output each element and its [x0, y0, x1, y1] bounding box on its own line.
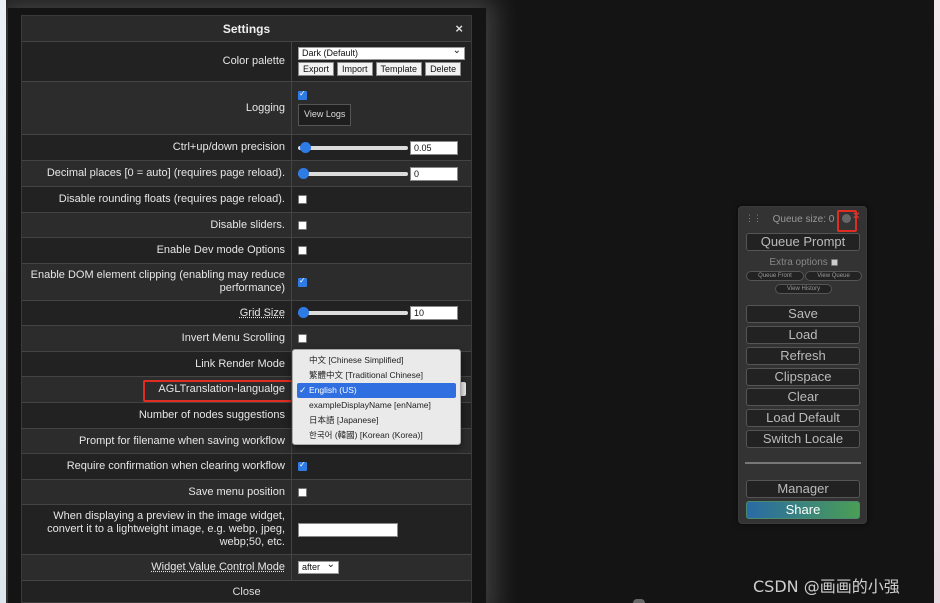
widget-mode-select[interactable]: after [298, 559, 339, 574]
view-history-button[interactable]: View History [775, 284, 832, 294]
setting-label: When displaying a preview in the image w… [22, 505, 292, 554]
setting-save-menu-position: Save menu position [22, 480, 471, 505]
view-logs-button[interactable]: View Logs [298, 103, 352, 126]
logging-checkbox[interactable] [298, 89, 307, 100]
setting-logging: Logging View Logs [22, 82, 471, 135]
panel-divider [745, 462, 861, 464]
grid-slider[interactable] [298, 307, 408, 318]
setting-label: Decimal places [0 = auto] (requires page… [22, 161, 292, 186]
dialog-title-bar: Settings × [22, 16, 471, 42]
language-option[interactable]: 한국어 (韓國) [Korean (Korea)] [293, 428, 460, 443]
extra-options-checkbox[interactable] [830, 258, 838, 266]
domclip-checkbox[interactable] [298, 276, 307, 287]
rounding-checkbox[interactable] [298, 195, 307, 204]
setting-label: Link Render Mode [22, 352, 292, 376]
precision-input[interactable]: 0.05 [410, 140, 458, 155]
setting-label: Disable rounding floats (requires page r… [22, 187, 292, 212]
import-button[interactable]: Import [337, 62, 373, 76]
export-button[interactable]: Export [298, 62, 335, 76]
slider-thumb[interactable] [298, 307, 309, 318]
setting-label: Save menu position [22, 480, 292, 504]
setting-disable-rounding: Disable rounding floats (requires page r… [22, 187, 471, 213]
preview-format-input[interactable] [298, 522, 398, 537]
highlight-box [837, 210, 857, 232]
devmode-checkbox[interactable] [298, 246, 307, 255]
queue-prompt-button[interactable]: Queue Prompt [746, 233, 860, 251]
close-icon[interactable]: × [455, 16, 463, 42]
language-option[interactable]: 日本語 [Japanese] [293, 413, 460, 428]
invert-checkbox[interactable] [298, 334, 307, 343]
setting-decimal-places: Decimal places [0 = auto] (requires page… [22, 161, 471, 187]
clipspace-button[interactable]: Clipspace [746, 368, 860, 386]
dialog-close-button[interactable]: Close [22, 581, 471, 602]
highlight-box [143, 380, 293, 402]
setting-label: Logging [22, 82, 292, 134]
setting-label: Prompt for filename when saving workflow [22, 429, 292, 453]
template-button[interactable]: Template [375, 62, 423, 76]
setting-label: Grid Size [239, 306, 285, 319]
setting-confirm-clear: Require confirmation when clearing workf… [22, 454, 471, 480]
refresh-button[interactable]: Refresh [746, 347, 860, 365]
confirm-checkbox[interactable] [298, 460, 307, 471]
extra-options-label: Extra options [769, 257, 828, 268]
language-option[interactable]: 繁體中文 [Traditional Chinese] [293, 368, 460, 383]
slider-thumb[interactable] [300, 141, 311, 153]
setting-dom-clipping: Enable DOM element clipping (enabling ma… [22, 264, 471, 301]
page-edge-left [0, 0, 6, 603]
language-dropdown-menu: 中文 [Chinese Simplified] 繁體中文 [Traditiona… [292, 349, 461, 445]
setting-label: Color palette [22, 42, 292, 81]
setting-label: Disable sliders. [22, 213, 292, 237]
precision-slider[interactable] [298, 141, 408, 153]
decimal-input[interactable]: 0 [410, 166, 458, 181]
share-button[interactable]: Share [746, 501, 860, 519]
queue-panel: ⋮⋮ Queue size: 0 ✕ Queue Prompt Extra op… [738, 206, 867, 524]
setting-label: Number of nodes suggestions [22, 403, 292, 428]
palette-select[interactable]: Dark (Default) [298, 45, 465, 60]
language-option[interactable]: 中文 [Chinese Simplified] [293, 353, 460, 368]
page-edge-right [934, 0, 940, 603]
setting-label: Widget Value Control Mode [151, 561, 285, 573]
language-option[interactable]: exampleDisplayName [enName] [293, 398, 460, 413]
extra-options: Extra options [739, 257, 868, 268]
manager-button[interactable]: Manager [746, 480, 860, 498]
setting-label: Invert Menu Scrolling [22, 326, 292, 351]
save-button[interactable]: Save [746, 305, 860, 323]
language-option-selected[interactable]: English (US) [297, 383, 456, 398]
slider-thumb[interactable] [298, 167, 309, 179]
setting-grid-size: Grid Size 10 [22, 301, 471, 326]
setting-label: Enable DOM element clipping (enabling ma… [22, 264, 292, 300]
canvas-logo-icon [633, 599, 645, 603]
switch-locale-button[interactable]: Switch Locale [746, 430, 860, 448]
delete-button[interactable]: Delete [425, 62, 462, 76]
grid-input[interactable]: 10 [410, 306, 458, 320]
decimal-slider[interactable] [298, 167, 408, 179]
setting-color-palette: Color palette Dark (Default) Export Impo… [22, 42, 471, 82]
load-button[interactable]: Load [746, 326, 860, 344]
setting-label: Require confirmation when clearing workf… [22, 454, 292, 479]
queue-front-button[interactable]: Queue Front [746, 271, 804, 281]
settings-dialog: Settings × Color palette Dark (Default) … [21, 15, 472, 603]
clear-button[interactable]: Clear [746, 388, 860, 406]
setting-dev-mode: Enable Dev mode Options [22, 238, 471, 264]
setting-widget-control-mode: Widget Value Control Mode after [22, 555, 471, 581]
setting-precision: Ctrl+up/down precision 0.05 [22, 135, 471, 161]
view-queue-button[interactable]: View Queue [805, 271, 862, 281]
setting-disable-sliders: Disable sliders. [22, 213, 471, 238]
savemenu-checkbox[interactable] [298, 487, 307, 497]
dialog-title: Settings [222, 22, 271, 36]
watermark: CSDN @画画的小强 [753, 577, 900, 596]
setting-label: Ctrl+up/down precision [22, 135, 292, 160]
setting-label: Enable Dev mode Options [22, 238, 292, 263]
sliders-checkbox[interactable] [298, 220, 307, 230]
load-default-button[interactable]: Load Default [746, 409, 860, 427]
setting-preview-format: When displaying a preview in the image w… [22, 505, 471, 555]
